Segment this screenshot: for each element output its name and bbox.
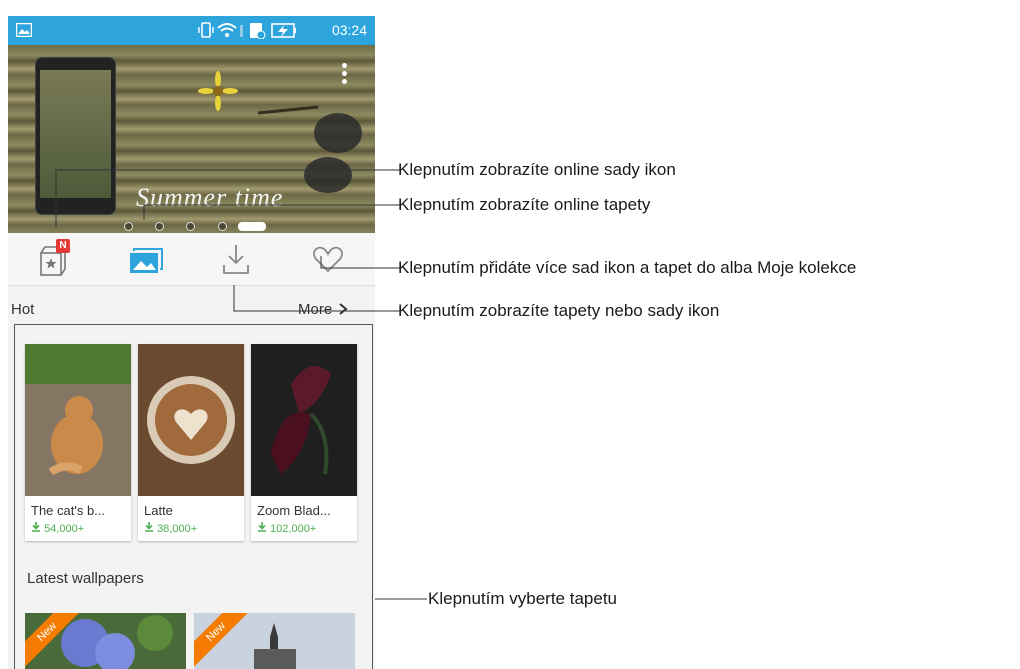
callout-downloads: Klepnutím zobrazíte tapety nebo sady iko…: [398, 301, 720, 320]
callout-select: Klepnutím vyberte tapetu: [428, 589, 618, 608]
callout-icon-sets: Klepnutím zobrazíte online sady ikon: [398, 160, 676, 179]
callout-wallpapers: Klepnutím zobrazíte online tapety: [398, 195, 651, 214]
callout-lines: [55, 169, 427, 600]
callout-collection: Klepnutím přidáte více sad ikon a tapet …: [398, 258, 857, 277]
